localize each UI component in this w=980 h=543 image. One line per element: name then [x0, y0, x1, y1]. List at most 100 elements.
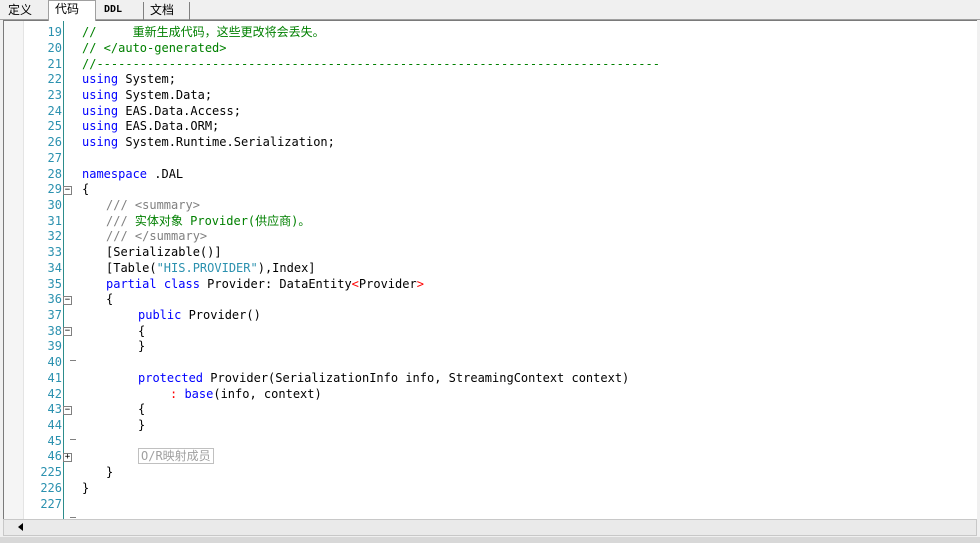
keyword: using [82, 72, 119, 86]
code-line: { [138, 402, 145, 417]
code-line: [Serializable()] [106, 245, 222, 260]
code-line: } [138, 418, 145, 433]
keyword: base [184, 387, 214, 401]
code-text: EAS.Data.ORM; [118, 119, 220, 133]
line-number: 34 [47, 261, 62, 275]
code-line: // </auto-generated> [82, 41, 227, 56]
line-number: 29 [47, 182, 62, 196]
tab-documentation[interactable]: 文档 [144, 2, 190, 20]
keyword: using [82, 119, 119, 133]
line-number: 42 [47, 387, 62, 401]
class-name: Provider: [199, 277, 280, 291]
brace: { [138, 324, 146, 338]
code-editor[interactable]: 19 20 21 22 23 24 25 26 27 28 29 30 31 3… [3, 20, 977, 519]
line-number: 40 [47, 355, 62, 369]
code-line: [Table("HIS.PROVIDER"),Index] [106, 261, 316, 276]
doc-comment-text: 实体对象 Provider(供应商)。 [127, 214, 311, 228]
code-line: { [106, 292, 113, 307]
attribute: [Table( [106, 261, 157, 275]
code-area[interactable]: // 重新生成代码，这些更改将会丢失。 // </auto-generated>… [82, 21, 977, 519]
fold-end-tick [70, 439, 76, 440]
code-line: // 重新生成代码，这些更改将会丢失。 [82, 25, 325, 40]
code-line: /// <summary> [106, 198, 200, 213]
line-number: 26 [47, 135, 62, 149]
code-line: using System.Runtime.Serialization; [82, 135, 335, 150]
line-number: 36 [47, 292, 62, 306]
line-number: 33 [47, 245, 62, 259]
brace: { [138, 402, 146, 416]
window-bottom-edge [0, 537, 980, 543]
attribute: ),Index] [257, 261, 316, 275]
keyword: public [138, 308, 182, 322]
keyword: protected [138, 371, 204, 385]
code-line: } [138, 339, 145, 354]
code-text: Provider(SerializationInfo info, Streami… [203, 371, 630, 385]
line-number: 25 [47, 119, 62, 133]
colon: : [170, 387, 185, 401]
line-number: 30 [47, 198, 62, 212]
keyword: using [82, 135, 119, 149]
comment: // </auto-generated> [82, 41, 227, 55]
line-number: 20 [47, 41, 62, 55]
brace: } [106, 465, 114, 479]
code-line: using System.Data; [82, 88, 212, 103]
line-number: 44 [47, 418, 62, 432]
tab-definition[interactable]: 定义 [2, 2, 46, 20]
line-number: 41 [47, 371, 62, 385]
generic-bracket: < [351, 277, 359, 291]
line-number: 45 [47, 434, 62, 448]
code-line: { [82, 182, 89, 197]
tab-bar: 定义 代码 DDL 文档 [0, 0, 980, 21]
code-line: { [138, 324, 145, 339]
fold-end-tick [70, 360, 76, 361]
code-line: public Provider() [138, 308, 261, 323]
collapsed-region[interactable]: O/R映射成员 [138, 448, 214, 464]
code-line: //--------------------------------------… [82, 57, 660, 72]
outline-guide [63, 21, 64, 519]
collapse-class-icon[interactable]: − [63, 296, 72, 305]
string-literal: "HIS.PROVIDER" [156, 261, 258, 275]
collapse-namespace-icon[interactable]: − [63, 186, 72, 195]
horizontal-scrollbar[interactable] [3, 519, 977, 536]
line-number: 37 [47, 308, 62, 322]
keyword: using [82, 104, 119, 118]
code-line: O/R映射成员 [138, 448, 214, 464]
code-text: System.Runtime.Serialization; [118, 135, 335, 149]
comment: // 重新生成代码，这些更改将会丢失。 [82, 25, 325, 39]
line-number: 24 [47, 104, 62, 118]
code-text: System.Data; [118, 88, 213, 102]
doc-comment-slashes: /// [106, 229, 128, 243]
code-line: protected Provider(SerializationInfo inf… [138, 371, 629, 386]
tab-ddl[interactable]: DDL [98, 2, 144, 20]
collapse-constructor-icon[interactable]: − [63, 327, 72, 336]
line-number: 21 [47, 57, 62, 71]
brace: { [82, 182, 90, 196]
code-line: using EAS.Data.ORM; [82, 119, 219, 134]
line-number: 23 [47, 88, 62, 102]
selection-margin [4, 21, 24, 519]
code-line: /// </summary> [106, 229, 207, 244]
code-line: : base(info, context) [170, 387, 322, 402]
code-text: Provider() [181, 308, 261, 322]
line-number: 226 [40, 481, 62, 495]
code-line: } [106, 465, 113, 480]
brace: } [138, 418, 146, 432]
line-number: 22 [47, 72, 62, 86]
tab-code[interactable]: 代码 [48, 0, 96, 21]
fold-end-tick [70, 517, 76, 518]
keyword: class [163, 277, 200, 291]
keyword: partial [106, 277, 157, 291]
line-number: 28 [47, 167, 62, 181]
code-line: using EAS.Data.Access; [82, 104, 241, 119]
code-line: using System; [82, 72, 176, 87]
expand-region-icon[interactable]: + [63, 453, 72, 462]
line-number: 32 [47, 229, 62, 243]
collapse-constructor-icon[interactable]: − [63, 406, 72, 415]
code-text: .DAL [147, 167, 184, 181]
brace: } [82, 481, 90, 495]
attribute: [Serializable()] [106, 245, 222, 259]
line-number-gutter: 19 20 21 22 23 24 25 26 27 28 29 30 31 3… [24, 21, 62, 519]
arrow-left-icon [18, 523, 23, 531]
brace: } [138, 339, 146, 353]
line-number: 31 [47, 214, 62, 228]
